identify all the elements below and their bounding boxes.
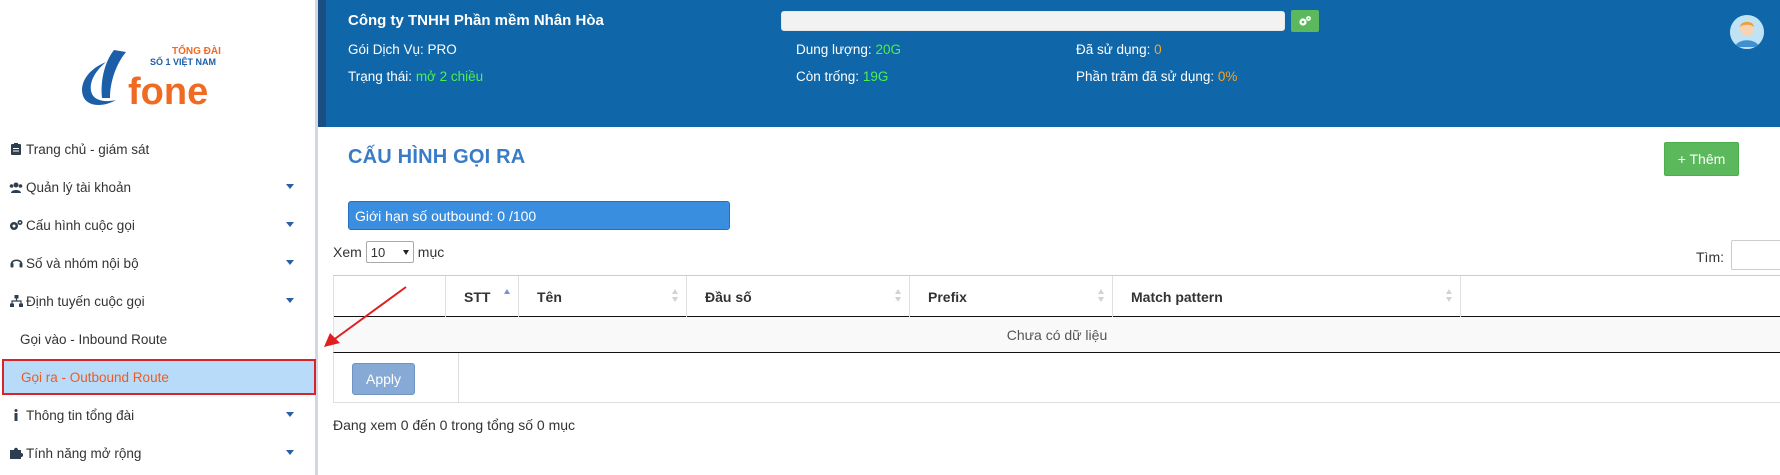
chevron-down-icon	[286, 450, 294, 455]
main-content: CẤU HÌNH GỌI RA + Thêm Giới hạn số outbo…	[318, 127, 1780, 475]
headset-icon	[9, 256, 23, 270]
capacity-info: Dung lượng: 20G	[796, 42, 901, 57]
length-prefix: Xem	[333, 244, 362, 260]
column-header-actions	[1461, 276, 1780, 317]
sidebar-item-accounts[interactable]: Quản lý tài khoản	[0, 168, 318, 206]
sidebar: fone TỔNG ĐÀI SỐ 1 VIỆT NAM Trang chủ - …	[0, 0, 318, 475]
free-label: Còn trống:	[796, 69, 860, 84]
table-footer-row: Apply	[333, 353, 1780, 403]
sort-asc-icon	[504, 289, 512, 303]
footer-divider	[458, 353, 459, 403]
chevron-down-icon	[286, 412, 294, 417]
table-info: Đang xem 0 đến 0 trong tổng số 0 mục	[333, 417, 576, 433]
sidebar-item-inbound-route[interactable]: Gọi vào - Inbound Route	[0, 320, 318, 358]
user-avatar[interactable]	[1730, 15, 1764, 49]
logo-brand-text: fone	[128, 71, 208, 110]
apply-button[interactable]: Apply	[352, 363, 415, 395]
sort-icon	[672, 289, 680, 303]
users-icon	[9, 180, 23, 194]
percent-value: 0%	[1217, 69, 1238, 84]
logo-tagline-1: TỔNG ĐÀI	[172, 44, 221, 57]
table-search-input[interactable]	[1731, 240, 1780, 270]
gears-icon	[1299, 16, 1311, 26]
column-header-stt[interactable]: STT	[446, 276, 519, 317]
page-length-select[interactable]: 10	[365, 241, 414, 263]
sidebar-item-label: Thông tin tổng đài	[26, 407, 135, 423]
clipboard-icon	[9, 142, 23, 156]
sort-icon	[1446, 289, 1454, 303]
service-info: Gói Dịch Vụ: PRO	[348, 42, 457, 57]
gears-icon	[9, 218, 23, 232]
sidebar-item-label: Định tuyến cuộc gọi	[26, 293, 145, 309]
chevron-down-icon	[286, 184, 294, 189]
chevron-down-icon	[286, 298, 294, 303]
length-suffix: mục	[417, 244, 445, 260]
sort-icon	[1098, 289, 1106, 303]
sidebar-item-home[interactable]: Trang chủ - giám sát	[0, 130, 318, 168]
used-info: Đã sử dụng: 0	[1076, 42, 1162, 57]
status-info: Trạng thái: mở 2 chiều	[348, 69, 483, 84]
sort-icon	[895, 289, 903, 303]
sidebar-item-label: Cấu hình cuộc gọi	[26, 217, 135, 233]
sidebar-item-call-config[interactable]: Cấu hình cuộc gọi	[0, 206, 318, 244]
sidebar-item-pbx-info[interactable]: Thông tin tổng đài	[0, 396, 318, 434]
status-label: Trạng thái:	[348, 69, 413, 84]
puzzle-icon	[9, 446, 23, 460]
percent-info: Phần trăm đã sử dụng: 0%	[1076, 69, 1237, 84]
vfone-logo: fone TỔNG ĐÀI SỐ 1 VIỆT NAM	[82, 44, 221, 110]
page-title: CẤU HÌNH GỌI RA	[348, 146, 526, 168]
header-search-input[interactable]	[781, 11, 1285, 31]
sidebar-menu: Trang chủ - giám sát Quản lý tài khoản C…	[0, 130, 318, 472]
sidebar-item-label: Số và nhóm nội bộ	[26, 255, 139, 271]
capacity-label: Dung lượng:	[796, 42, 872, 57]
service-label: Gói Dịch Vụ:	[348, 42, 424, 57]
column-header-number-prefix[interactable]: Đầu số	[687, 276, 910, 317]
status-value: mở 2 chiều	[415, 69, 484, 84]
column-header-prefix[interactable]: Prefix	[910, 276, 1113, 317]
sidebar-item-label: Gọi ra - Outbound Route	[21, 369, 169, 385]
table-header: STT Tên Đầu số Prefix Match pattern	[333, 275, 1780, 317]
sidebar-item-routing[interactable]: Định tuyến cuộc gọi	[0, 282, 318, 320]
chevron-down-icon	[402, 249, 409, 255]
chevron-down-icon	[286, 222, 294, 227]
sidebar-item-extensions[interactable]: Số và nhóm nội bộ	[0, 244, 318, 282]
page-length-value: 10	[370, 244, 386, 260]
free-value: 19G	[862, 69, 889, 84]
company-name: Công ty TNHH Phần mềm Nhân Hòa	[348, 12, 604, 29]
app-root: fone TỔNG ĐÀI SỐ 1 VIỆT NAM Trang chủ - …	[0, 0, 1780, 475]
page-length-control: Xem 10 mục	[333, 241, 444, 263]
chevron-down-icon	[286, 260, 294, 265]
sitemap-icon	[9, 294, 23, 308]
used-value: 0	[1154, 42, 1162, 57]
sidebar-item-label: Trang chủ - giám sát	[26, 141, 150, 157]
column-header-select	[333, 276, 446, 317]
sidebar-item-outbound-route[interactable]: Gọi ra - Outbound Route	[2, 359, 316, 395]
percent-label: Phần trăm đã sử dụng:	[1076, 69, 1215, 84]
logo-tagline-2: SỐ 1 VIỆT NAM	[150, 56, 216, 67]
add-button[interactable]: + Thêm	[1664, 142, 1739, 176]
sidebar-item-extensions-features[interactable]: Tính năng mở rộng	[0, 434, 318, 472]
header-settings-button[interactable]	[1291, 10, 1319, 32]
table-search-label: Tìm:	[1696, 249, 1724, 265]
used-label: Đã sử dụng:	[1076, 42, 1151, 57]
column-header-match-pattern[interactable]: Match pattern	[1113, 276, 1461, 317]
sidebar-item-label: Gọi vào - Inbound Route	[20, 331, 168, 347]
header-stripe	[318, 0, 326, 127]
routes-table: STT Tên Đầu số Prefix Match pattern Chưa…	[333, 275, 1780, 403]
sidebar-item-label: Quản lý tài khoản	[26, 179, 132, 195]
service-value: PRO	[427, 42, 457, 57]
info-icon	[9, 408, 23, 422]
capacity-value: 20G	[875, 42, 901, 57]
column-header-name[interactable]: Tên	[519, 276, 687, 317]
top-header: Công ty TNHH Phần mềm Nhân Hòa Gói Dịch …	[318, 0, 1780, 127]
table-empty-row: Chưa có dữ liệu	[333, 317, 1780, 353]
outbound-limit-bar: Giới hạn số outbound: 0 /100	[348, 201, 730, 230]
sidebar-item-label: Tính năng mở rộng	[26, 445, 142, 461]
free-info: Còn trống: 19G	[796, 69, 888, 84]
